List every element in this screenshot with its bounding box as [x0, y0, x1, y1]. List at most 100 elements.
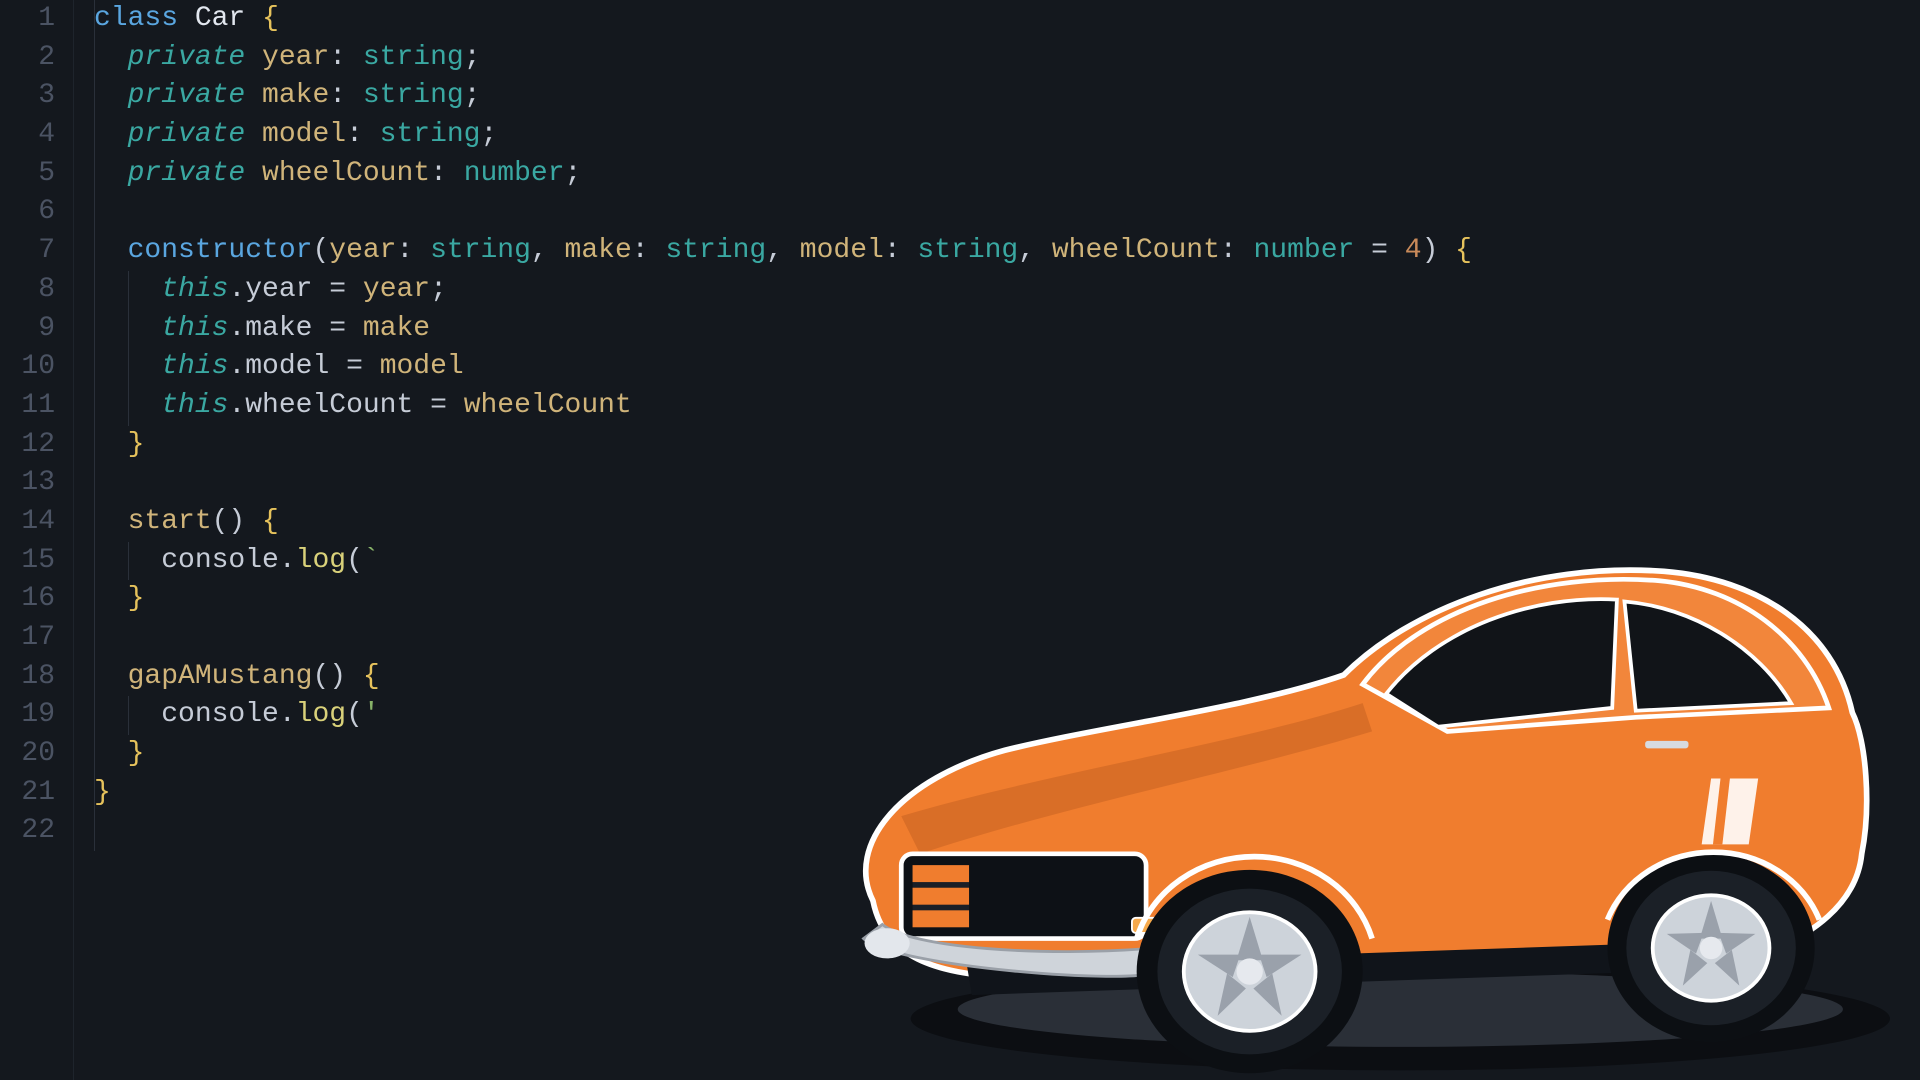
token: `: [363, 545, 380, 576]
code-line[interactable]: [94, 464, 1472, 503]
token: }: [128, 583, 145, 614]
line-number: 17: [0, 619, 55, 658]
token: :: [346, 119, 380, 150]
code-line[interactable]: this.wheelCount = wheelCount: [94, 387, 1472, 426]
line-number: 22: [0, 812, 55, 851]
code-line[interactable]: }: [94, 735, 1472, 774]
token: }: [128, 429, 145, 460]
token: number: [1254, 235, 1355, 266]
token: .: [228, 274, 245, 305]
token: }: [94, 777, 111, 808]
token: this: [161, 274, 228, 305]
token: wheelCount: [464, 390, 632, 421]
token: (: [312, 235, 329, 266]
code-line[interactable]: console.log(`: [94, 542, 1472, 581]
line-number: 13: [0, 464, 55, 503]
token: model: [245, 351, 329, 382]
token: gapAMustang: [128, 661, 313, 692]
token: console: [161, 699, 279, 730]
token: {: [1455, 235, 1472, 266]
token: string: [917, 235, 1018, 266]
token: =: [413, 390, 463, 421]
token: class: [94, 3, 178, 34]
code-line[interactable]: [94, 619, 1472, 658]
code-line[interactable]: gapAMustang() {: [94, 658, 1472, 697]
code-line[interactable]: console.log(': [94, 696, 1472, 735]
token: string: [363, 80, 464, 111]
token: make: [262, 80, 329, 111]
token: =: [312, 274, 362, 305]
line-number: 21: [0, 774, 55, 813]
code-line[interactable]: private model: string;: [94, 116, 1472, 155]
token: ;: [481, 119, 498, 150]
token: :: [884, 235, 918, 266]
code-line[interactable]: [94, 193, 1472, 232]
token: ': [363, 699, 380, 730]
token: {: [262, 3, 279, 34]
line-number: 14: [0, 503, 55, 542]
code-line[interactable]: [94, 812, 1472, 851]
token: private: [128, 119, 246, 150]
token: [178, 3, 195, 34]
line-number: 1: [0, 0, 55, 39]
token: (: [346, 545, 363, 576]
code-editor[interactable]: 12345678910111213141516171819202122 clas…: [0, 0, 1920, 1080]
token: this: [161, 313, 228, 344]
token: make: [245, 313, 312, 344]
token: year: [363, 274, 430, 305]
code-line[interactable]: this.make = make: [94, 310, 1472, 349]
token: [245, 42, 262, 73]
token: ): [1422, 235, 1456, 266]
token: .: [279, 545, 296, 576]
token: .: [279, 699, 296, 730]
token: .: [228, 313, 245, 344]
token: private: [128, 80, 246, 111]
code-line[interactable]: constructor(year: string, make: string, …: [94, 232, 1472, 271]
code-line[interactable]: private wheelCount: number;: [94, 155, 1472, 194]
code-line[interactable]: private make: string;: [94, 77, 1472, 116]
token: :: [329, 42, 363, 73]
code-line[interactable]: this.year = year;: [94, 271, 1472, 310]
token: make: [565, 235, 632, 266]
token: model: [800, 235, 884, 266]
token: [245, 158, 262, 189]
token: ;: [464, 80, 481, 111]
token: }: [128, 738, 145, 769]
token: string: [430, 235, 531, 266]
code-line[interactable]: }: [94, 774, 1472, 813]
token: constructor: [128, 235, 313, 266]
token: (): [212, 506, 262, 537]
token: year: [245, 274, 312, 305]
line-number: 9: [0, 310, 55, 349]
token: model: [380, 351, 464, 382]
token: ;: [565, 158, 582, 189]
code-line[interactable]: start() {: [94, 503, 1472, 542]
line-number: 11: [0, 387, 55, 426]
code-line[interactable]: this.model = model: [94, 348, 1472, 387]
token: ,: [531, 235, 565, 266]
token: ;: [430, 274, 447, 305]
line-number: 2: [0, 39, 55, 78]
token: number: [464, 158, 565, 189]
line-number: 15: [0, 542, 55, 581]
code-line[interactable]: private year: string;: [94, 39, 1472, 78]
line-number: 8: [0, 271, 55, 310]
token: [245, 3, 262, 34]
token: this: [161, 351, 228, 382]
code-area[interactable]: class Car { private year: string; privat…: [74, 0, 1472, 1080]
token: [245, 80, 262, 111]
code-line[interactable]: }: [94, 426, 1472, 465]
line-number: 7: [0, 232, 55, 271]
token: {: [262, 506, 279, 537]
line-number: 3: [0, 77, 55, 116]
token: (): [312, 661, 362, 692]
token: =: [1354, 235, 1404, 266]
token: string: [665, 235, 766, 266]
token: =: [329, 351, 379, 382]
code-line[interactable]: }: [94, 580, 1472, 619]
code-line[interactable]: class Car {: [94, 0, 1472, 39]
token: .: [228, 351, 245, 382]
token: log: [296, 699, 346, 730]
token: :: [632, 235, 666, 266]
token: private: [128, 158, 246, 189]
